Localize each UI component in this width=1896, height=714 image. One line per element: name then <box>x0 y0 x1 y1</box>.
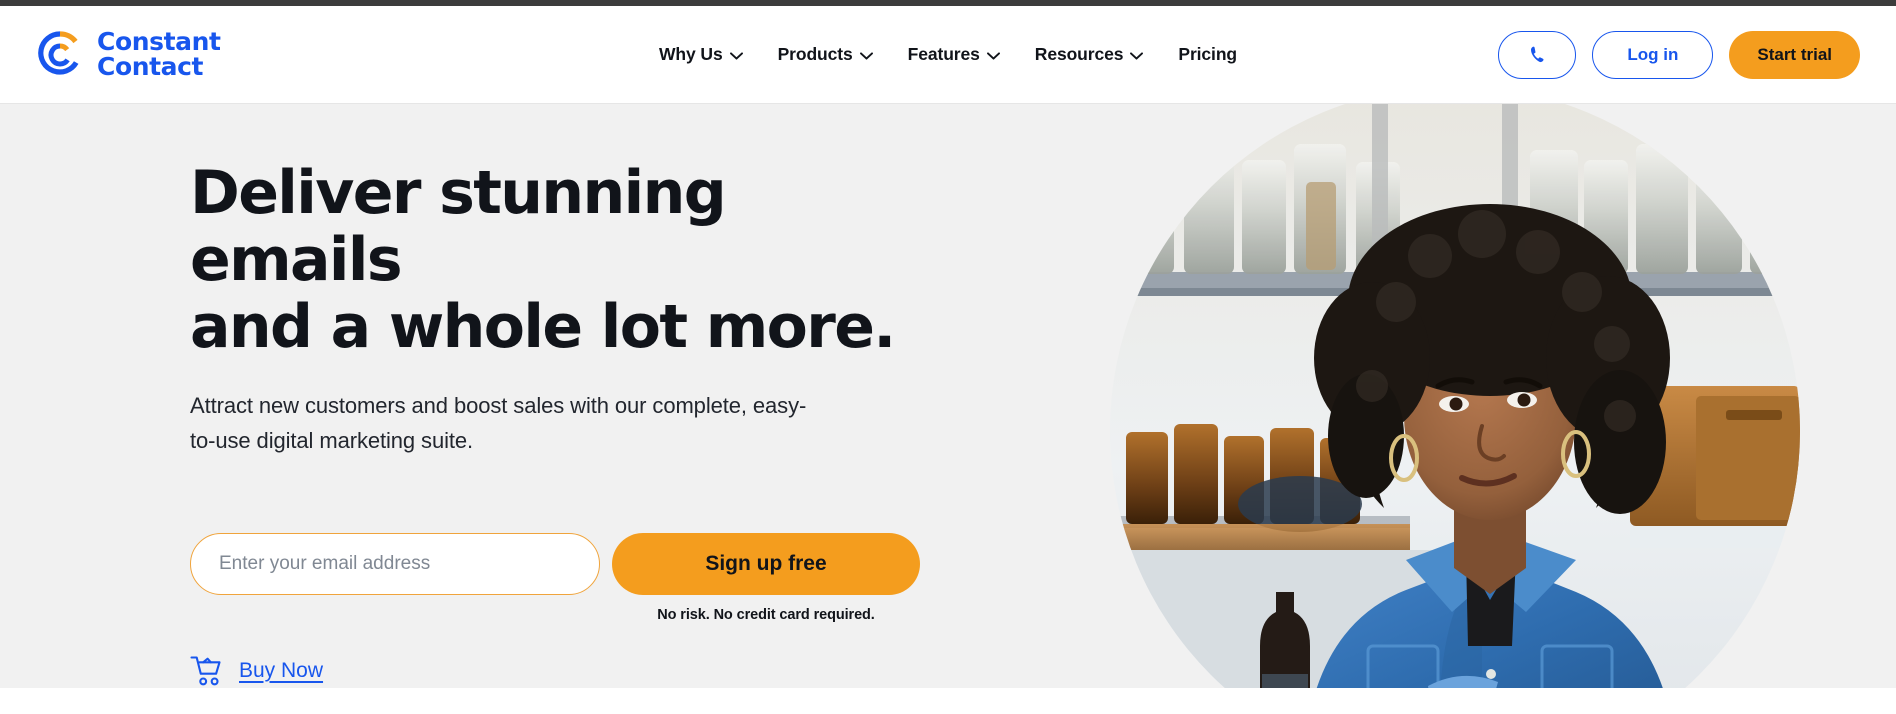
hero-photo-illustration <box>1110 104 1800 688</box>
start-trial-button[interactable]: Start trial <box>1729 30 1860 79</box>
chevron-down-icon <box>986 51 1000 60</box>
logo-word-line2: Contact <box>97 51 204 81</box>
buy-now-link[interactable]: Buy Now <box>190 655 323 687</box>
signup-form: Sign up free <box>190 532 950 595</box>
hero-image <box>1110 104 1800 688</box>
nav-item-features[interactable]: Features <box>908 44 1000 65</box>
log-in-button[interactable]: Log in <box>1592 30 1714 79</box>
logo-home-link[interactable]: Constant Contact <box>34 29 221 81</box>
nav-label-pricing: Pricing <box>1178 44 1237 64</box>
page-title: Deliver stunning emails and a whole lot … <box>190 158 950 363</box>
nav-item-pricing[interactable]: Pricing <box>1178 44 1237 65</box>
sign-up-free-button[interactable]: Sign up free <box>612 532 920 595</box>
nav-item-why-us[interactable]: Why Us <box>659 44 743 65</box>
phone-icon <box>1530 46 1544 63</box>
email-input[interactable] <box>190 532 600 595</box>
log-in-label: Log in <box>1627 44 1679 64</box>
chevron-down-icon <box>859 51 873 60</box>
nav-item-resources[interactable]: Resources <box>1035 44 1144 65</box>
nav-label-products: Products <box>777 44 853 64</box>
chevron-down-icon <box>1130 51 1144 60</box>
chevron-down-icon <box>729 51 743 60</box>
site-header: Constant Contact Why Us Products Feature… <box>0 6 1896 104</box>
nav-item-products[interactable]: Products <box>778 44 873 65</box>
logo-word-line1: Constant <box>97 27 221 57</box>
hero-subtitle-line1: Attract new customers and boost sales wi… <box>190 392 647 418</box>
hero-copy: Deliver stunning emails and a whole lot … <box>190 158 950 687</box>
buy-now-label: Buy Now <box>239 658 324 682</box>
main-navigation: Why Us Products Features Resources Prici… <box>659 44 1237 65</box>
header-actions: Log in Start trial <box>1498 30 1860 79</box>
logo-wordmark: Constant Contact <box>97 27 221 81</box>
hero-subtitle: Attract new customers and boost sales wi… <box>190 388 810 459</box>
nav-label-resources: Resources <box>1034 44 1124 64</box>
signup-disclaimer: No risk. No credit card required. <box>657 606 875 623</box>
shopping-cart-icon <box>190 656 221 686</box>
nav-label-features: Features <box>907 44 980 64</box>
phone-button[interactable] <box>1498 30 1577 79</box>
nav-label-why-us: Why Us <box>659 44 723 64</box>
page-bottom-area <box>0 688 1896 714</box>
hero-section: Deliver stunning emails and a whole lot … <box>0 104 1896 688</box>
hero-title-line1: Deliver stunning emails <box>190 158 727 296</box>
constant-contact-logo-icon <box>38 30 79 75</box>
start-trial-label: Start trial <box>1757 44 1832 64</box>
hero-title-line2: and a whole lot more. <box>190 292 896 363</box>
